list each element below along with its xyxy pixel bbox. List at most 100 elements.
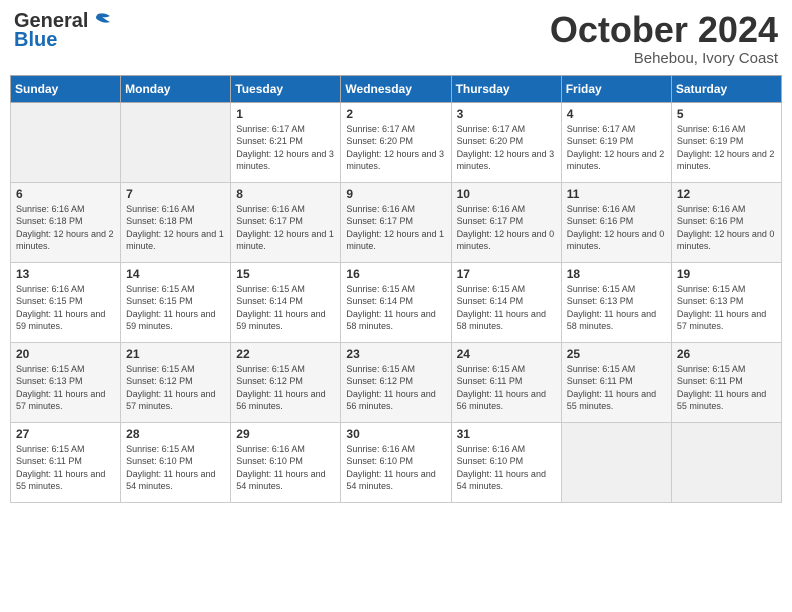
day-number: 8 bbox=[236, 187, 335, 201]
calendar-cell: 12 Sunrise: 6:16 AMSunset: 6:16 PMDayligh… bbox=[671, 182, 781, 262]
day-number: 1 bbox=[236, 107, 335, 121]
day-number: 11 bbox=[567, 187, 666, 201]
calendar-cell: 17 Sunrise: 6:15 AMSunset: 6:14 PMDayligh… bbox=[451, 262, 561, 342]
day-number: 7 bbox=[126, 187, 225, 201]
day-number: 13 bbox=[16, 267, 115, 281]
cell-content: Sunrise: 6:16 AMSunset: 6:10 PMDaylight:… bbox=[346, 443, 445, 493]
day-number: 22 bbox=[236, 347, 335, 361]
week-row-1: 1 Sunrise: 6:17 AMSunset: 6:21 PMDaylight… bbox=[11, 102, 782, 182]
cell-content: Sunrise: 6:17 AMSunset: 6:21 PMDaylight:… bbox=[236, 123, 335, 173]
calendar-cell: 18 Sunrise: 6:15 AMSunset: 6:13 PMDayligh… bbox=[561, 262, 671, 342]
cell-content: Sunrise: 6:15 AMSunset: 6:15 PMDaylight:… bbox=[126, 283, 225, 333]
calendar-cell: 13 Sunrise: 6:16 AMSunset: 6:15 PMDayligh… bbox=[11, 262, 121, 342]
page-header: General Blue October 2024 Behebou, Ivory… bbox=[10, 10, 782, 67]
day-number: 29 bbox=[236, 427, 335, 441]
calendar-cell: 30 Sunrise: 6:16 AMSunset: 6:10 PMDayligh… bbox=[341, 422, 451, 502]
calendar-cell: 2 Sunrise: 6:17 AMSunset: 6:20 PMDaylight… bbox=[341, 102, 451, 182]
cell-content: Sunrise: 6:17 AMSunset: 6:20 PMDaylight:… bbox=[346, 123, 445, 173]
day-number: 14 bbox=[126, 267, 225, 281]
calendar-cell: 3Sunrise: 6:17 AMSunset: 6:20 PMDaylight… bbox=[451, 102, 561, 182]
cell-content: Sunrise: 6:16 AMSunset: 6:10 PMDaylight:… bbox=[457, 443, 556, 493]
cell-content: Sunrise: 6:15 AMSunset: 6:14 PMDaylight:… bbox=[457, 283, 556, 333]
cell-content: Sunrise: 6:15 AMSunset: 6:12 PMDaylight:… bbox=[236, 363, 335, 413]
week-row-4: 20 Sunrise: 6:15 AMSunset: 6:13 PMDayligh… bbox=[11, 342, 782, 422]
cell-content: Sunrise: 6:16 AMSunset: 6:17 PMDaylight:… bbox=[457, 203, 556, 253]
calendar-cell: 20 Sunrise: 6:15 AMSunset: 6:13 PMDayligh… bbox=[11, 342, 121, 422]
weekday-header-monday: Monday bbox=[121, 75, 231, 102]
cell-content: Sunrise: 6:17 AMSunset: 6:19 PMDaylight:… bbox=[567, 123, 666, 173]
cell-content: Sunrise: 6:15 AMSunset: 6:12 PMDaylight:… bbox=[126, 363, 225, 413]
calendar-cell bbox=[11, 102, 121, 182]
calendar-cell: 10 Sunrise: 6:16 AMSunset: 6:17 PMDayligh… bbox=[451, 182, 561, 262]
weekday-header-thursday: Thursday bbox=[451, 75, 561, 102]
calendar-cell: 22 Sunrise: 6:15 AMSunset: 6:12 PMDayligh… bbox=[231, 342, 341, 422]
logo: General Blue bbox=[14, 10, 114, 52]
day-number: 25 bbox=[567, 347, 666, 361]
cell-content: Sunrise: 6:16 AMSunset: 6:17 PMDaylight:… bbox=[236, 203, 335, 253]
calendar-cell: 24Sunrise: 6:15 AMSunset: 6:11 PMDayligh… bbox=[451, 342, 561, 422]
cell-content: Sunrise: 6:15 AMSunset: 6:13 PMDaylight:… bbox=[677, 283, 776, 333]
weekday-header-saturday: Saturday bbox=[671, 75, 781, 102]
day-number: 28 bbox=[126, 427, 225, 441]
calendar-cell bbox=[671, 422, 781, 502]
calendar-cell: 19 Sunrise: 6:15 AMSunset: 6:13 PMDayligh… bbox=[671, 262, 781, 342]
weekday-header-tuesday: Tuesday bbox=[231, 75, 341, 102]
week-row-5: 27Sunrise: 6:15 AMSunset: 6:11 PMDayligh… bbox=[11, 422, 782, 502]
calendar-cell: 26Sunrise: 6:15 AMSunset: 6:11 PMDayligh… bbox=[671, 342, 781, 422]
week-row-2: 6 Sunrise: 6:16 AMSunset: 6:18 PMDaylight… bbox=[11, 182, 782, 262]
day-number: 4 bbox=[567, 107, 666, 121]
day-number: 24 bbox=[457, 347, 556, 361]
calendar-cell: 6 Sunrise: 6:16 AMSunset: 6:18 PMDaylight… bbox=[11, 182, 121, 262]
day-number: 19 bbox=[677, 267, 776, 281]
calendar-cell bbox=[561, 422, 671, 502]
weekday-header-friday: Friday bbox=[561, 75, 671, 102]
cell-content: Sunrise: 6:16 AMSunset: 6:16 PMDaylight:… bbox=[677, 203, 776, 253]
day-number: 20 bbox=[16, 347, 115, 361]
cell-content: Sunrise: 6:16 AMSunset: 6:18 PMDaylight:… bbox=[126, 203, 225, 253]
cell-content: Sunrise: 6:16 AMSunset: 6:16 PMDaylight:… bbox=[567, 203, 666, 253]
cell-content: Sunrise: 6:16 AMSunset: 6:19 PMDaylight:… bbox=[677, 123, 776, 173]
day-number: 5 bbox=[677, 107, 776, 121]
day-number: 10 bbox=[457, 187, 556, 201]
cell-content: Sunrise: 6:15 AMSunset: 6:12 PMDaylight:… bbox=[346, 363, 445, 413]
day-number: 18 bbox=[567, 267, 666, 281]
calendar-cell: 21 Sunrise: 6:15 AMSunset: 6:12 PMDayligh… bbox=[121, 342, 231, 422]
logo-bird-icon bbox=[90, 12, 114, 32]
cell-content: Sunrise: 6:15 AMSunset: 6:13 PMDaylight:… bbox=[16, 363, 115, 413]
day-number: 16 bbox=[346, 267, 445, 281]
day-number: 31 bbox=[457, 427, 556, 441]
day-number: 30 bbox=[346, 427, 445, 441]
cell-content: Sunrise: 6:16 AMSunset: 6:15 PMDaylight:… bbox=[16, 283, 115, 333]
calendar-cell: 27Sunrise: 6:15 AMSunset: 6:11 PMDayligh… bbox=[11, 422, 121, 502]
cell-content: Sunrise: 6:15 AMSunset: 6:13 PMDaylight:… bbox=[567, 283, 666, 333]
weekday-header-wednesday: Wednesday bbox=[341, 75, 451, 102]
calendar-cell: 1 Sunrise: 6:17 AMSunset: 6:21 PMDaylight… bbox=[231, 102, 341, 182]
calendar-table: SundayMondayTuesdayWednesdayThursdayFrid… bbox=[10, 75, 782, 503]
day-number: 17 bbox=[457, 267, 556, 281]
day-number: 21 bbox=[126, 347, 225, 361]
day-number: 6 bbox=[16, 187, 115, 201]
cell-content: Sunrise: 6:15 AMSunset: 6:14 PMDaylight:… bbox=[236, 283, 335, 333]
calendar-cell: 9 Sunrise: 6:16 AMSunset: 6:17 PMDaylight… bbox=[341, 182, 451, 262]
cell-content: Sunrise: 6:16 AMSunset: 6:17 PMDaylight:… bbox=[346, 203, 445, 253]
calendar-cell: 29Sunrise: 6:16 AMSunset: 6:10 PMDayligh… bbox=[231, 422, 341, 502]
cell-content: Sunrise: 6:15 AMSunset: 6:10 PMDaylight:… bbox=[126, 443, 225, 493]
day-number: 15 bbox=[236, 267, 335, 281]
location-subtitle: Behebou, Ivory Coast bbox=[550, 50, 778, 67]
calendar-cell: 11 Sunrise: 6:16 AMSunset: 6:16 PMDayligh… bbox=[561, 182, 671, 262]
month-title: October 2024 bbox=[550, 10, 778, 50]
day-number: 9 bbox=[346, 187, 445, 201]
calendar-cell: 25Sunrise: 6:15 AMSunset: 6:11 PMDayligh… bbox=[561, 342, 671, 422]
logo-blue-text: Blue bbox=[14, 29, 57, 52]
cell-content: Sunrise: 6:15 AMSunset: 6:14 PMDaylight:… bbox=[346, 283, 445, 333]
calendar-cell: 7 Sunrise: 6:16 AMSunset: 6:18 PMDaylight… bbox=[121, 182, 231, 262]
calendar-cell: 15 Sunrise: 6:15 AMSunset: 6:14 PMDayligh… bbox=[231, 262, 341, 342]
day-number: 23 bbox=[346, 347, 445, 361]
calendar-cell: 31 Sunrise: 6:16 AMSunset: 6:10 PMDayligh… bbox=[451, 422, 561, 502]
calendar-cell: 28 Sunrise: 6:15 AMSunset: 6:10 PMDayligh… bbox=[121, 422, 231, 502]
day-number: 12 bbox=[677, 187, 776, 201]
calendar-cell: 23 Sunrise: 6:15 AMSunset: 6:12 PMDayligh… bbox=[341, 342, 451, 422]
cell-content: Sunrise: 6:16 AMSunset: 6:18 PMDaylight:… bbox=[16, 203, 115, 253]
cell-content: Sunrise: 6:17 AMSunset: 6:20 PMDaylight:… bbox=[457, 123, 556, 173]
day-number: 2 bbox=[346, 107, 445, 121]
